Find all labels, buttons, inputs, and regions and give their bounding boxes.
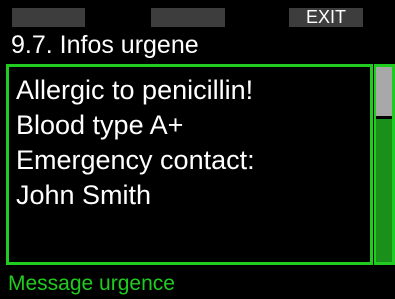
page-title: 9.7. Infos urgene	[11, 31, 199, 59]
softkey-bar: EXIT	[0, 0, 395, 27]
exit-button[interactable]: EXIT	[289, 8, 363, 27]
emergency-message-text: Allergic to penicillin! Blood type A+ Em…	[16, 73, 255, 213]
message-line: Emergency contact:	[16, 145, 255, 175]
message-line: John Smith	[16, 180, 152, 210]
message-line: Blood type A+	[16, 110, 184, 140]
scrollbar-divider	[376, 116, 392, 119]
status-label: Message urgence	[8, 272, 175, 295]
emergency-message-box: Allergic to penicillin! Blood type A+ Em…	[6, 64, 373, 265]
softkey-left-button[interactable]	[12, 8, 85, 27]
message-line: Allergic to penicillin!	[16, 75, 254, 105]
scrollbar-thumb[interactable]	[376, 67, 392, 116]
message-scrollbar[interactable]	[374, 64, 395, 265]
softkey-center-button[interactable]	[151, 8, 225, 27]
